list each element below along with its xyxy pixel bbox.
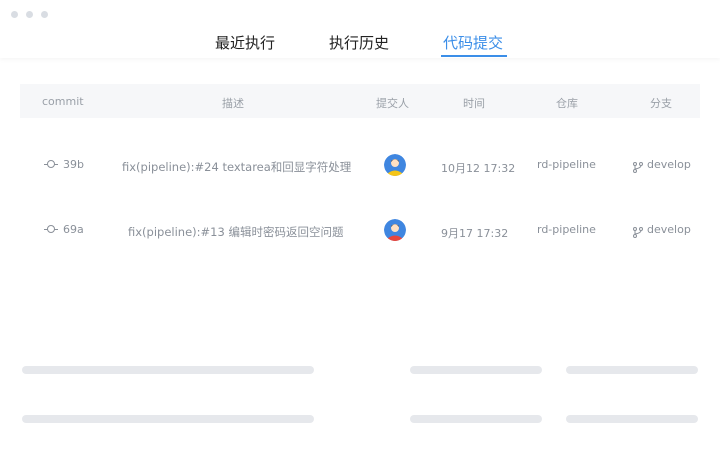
column-header-time: 时间 [463,97,485,110]
commit-icon [44,160,58,170]
commit-branch[interactable]: develop [647,223,691,236]
column-header-author: 提交人 [376,97,409,110]
column-header-description: 描述 [222,97,244,110]
commit-description[interactable]: fix(pipeline):#24 textarea和回显字符处理 [122,159,351,175]
commit-repo[interactable]: rd-pipeline [537,158,596,171]
skeleton-placeholder [410,415,542,423]
skeleton-placeholder [410,366,542,374]
tab-run-history[interactable]: 执行历史 [329,32,389,53]
tab-bar: 最近执行 执行历史 代码提交 [0,22,720,58]
active-tab-indicator [441,55,507,57]
column-header-commit: commit [42,95,84,108]
table-header: commit 描述 提交人 时间 仓库 分支 [20,84,700,118]
commit-branch[interactable]: develop [647,158,691,171]
window-controls [11,11,48,18]
commit-hash[interactable]: 39b [63,158,84,171]
user-avatar-icon [384,154,406,176]
commit-repo[interactable]: rd-pipeline [537,223,596,236]
window-dot-icon[interactable] [41,11,48,18]
column-header-branch: 分支 [650,97,672,110]
skeleton-placeholder [566,415,698,423]
skeleton-placeholder [22,366,314,374]
user-avatar-icon [384,219,406,241]
commit-icon [44,225,58,235]
table-row[interactable]: 69a fix(pipeline):#13 编辑时密码返回空问题 9月17 17… [20,205,700,255]
tab-code-commits[interactable]: 代码提交 [443,32,503,53]
skeleton-placeholder [22,415,314,423]
column-header-repo: 仓库 [556,97,578,110]
author-avatar[interactable] [384,219,406,241]
skeleton-placeholder [566,366,698,374]
commit-hash[interactable]: 69a [63,223,84,236]
tab-recent-runs[interactable]: 最近执行 [215,32,275,53]
commit-time: 9月17 17:32 [441,227,509,240]
branch-icon [633,160,643,173]
window-dot-icon[interactable] [26,11,33,18]
commit-time: 10月12 17:32 [441,162,516,175]
window-dot-icon[interactable] [11,11,18,18]
app-window: 最近执行 执行历史 代码提交 commit 描述 提交人 时间 仓库 分支 39… [0,0,720,471]
branch-icon [633,225,643,238]
commit-description[interactable]: fix(pipeline):#13 编辑时密码返回空问题 [128,224,343,240]
author-avatar[interactable] [384,154,406,176]
table-row[interactable]: 39b fix(pipeline):#24 textarea和回显字符处理 10… [20,140,700,190]
top-bar: 最近执行 执行历史 代码提交 [0,0,720,58]
